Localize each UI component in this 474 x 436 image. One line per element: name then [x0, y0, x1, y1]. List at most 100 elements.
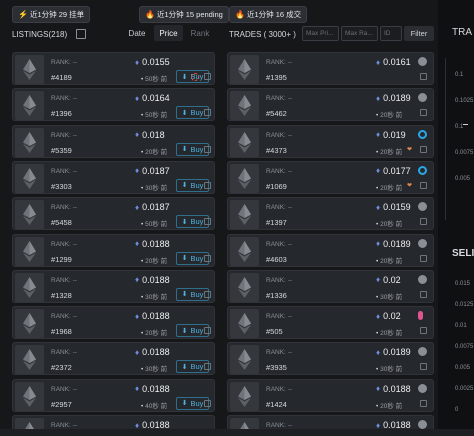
listing-card[interactable]: RANK: -- #5359 ♦ 0.018 ⬇ Buy • 20秒 前 [12, 124, 215, 158]
external-link-icon[interactable] [420, 218, 427, 226]
trade-card[interactable]: RANK: -- #505 ♦ 0.02 • 20秒 前 [227, 306, 434, 340]
eth-icon: ♦ [135, 347, 140, 357]
nft-thumbnail [230, 163, 259, 193]
sale-time: • 20秒 前 [376, 112, 403, 120]
external-link-icon[interactable] [204, 181, 211, 189]
bottom-bar [0, 429, 474, 436]
axis-tick-label: 0.0075 [455, 150, 474, 156]
price: ♦ 0.0188 [135, 311, 170, 322]
rank-text: RANK: -- [266, 313, 293, 321]
external-link-icon[interactable] [204, 290, 211, 298]
sale-time: • 20秒 前 [376, 402, 403, 410]
price: ♦ 0.0159 [376, 202, 411, 213]
listing-card[interactable]: RANK: -- #2372 ♦ 0.0188 ⬇ Buy • 30秒 前 [12, 342, 215, 376]
listing-card[interactable]: RANK: -- #5458 ♦ 0.0187 ⬇ Buy • 50秒 前 [12, 197, 215, 231]
trade-card[interactable]: RANK: -- #1069 ♦ 0.0177 • 20秒 前 ❤ [227, 160, 434, 194]
recent-sales-text: 近1分钟 16 成交 [246, 10, 302, 19]
external-link-icon[interactable] [420, 73, 427, 80]
marketplace-icon [418, 93, 427, 103]
gift-icon: ❤ [407, 146, 413, 153]
rank-text: RANK: -- [51, 131, 78, 139]
external-link-icon[interactable] [204, 327, 211, 335]
trade-card[interactable]: RANK: -- #4603 ♦ 0.0189 • 20秒 前 [227, 233, 434, 267]
price: ♦ 0.018 [135, 129, 165, 140]
price: ♦ 0.0164 [135, 93, 170, 104]
marketplace-icon [418, 238, 427, 248]
external-link-icon[interactable] [420, 145, 427, 153]
listing-card[interactable]: RANK: -- #2957 ♦ 0.0188 ⬇ Buy • 40秒 前 [12, 378, 215, 412]
marketplace-icon [418, 311, 423, 321]
marketplace-icon [418, 274, 427, 284]
external-link-icon[interactable] [420, 181, 427, 189]
download-icon: ⬇ [181, 327, 188, 335]
listings-title: LISTINGS(218) [12, 29, 68, 39]
listing-card[interactable]: RANK: -- #4189 ♦ 0.0155 ⬇ Buy • 50秒 前 [12, 52, 215, 85]
rank-text: RANK: -- [51, 349, 78, 357]
axis-tick-label: 0.0125 [455, 302, 474, 308]
price: ♦ 0.0187 [135, 165, 170, 176]
eth-icon: ♦ [376, 202, 381, 212]
price: ♦ 0.0161 [376, 57, 411, 67]
eth-icon: ♦ [376, 311, 381, 321]
listed-time: • 30秒 前 [141, 293, 168, 301]
external-link-icon[interactable] [204, 109, 211, 117]
axis-tick-label: 0.1 [455, 72, 464, 78]
id-input[interactable]: ID [380, 26, 402, 41]
listed-time: • 50秒 前 [141, 76, 168, 83]
trade-card[interactable]: RANK: -- #1336 ♦ 0.02 • 30秒 前 [227, 269, 434, 303]
listing-card[interactable]: RANK: -- #3303 ♦ 0.0187 ⬇ Buy • 30秒 前 [12, 160, 215, 194]
trade-card[interactable]: RANK: -- #1424 ♦ 0.0188 • 20秒 前 [227, 378, 434, 412]
max-rank-input[interactable]: Max Ra... [341, 26, 378, 41]
external-link-icon[interactable] [204, 145, 211, 153]
filter-button[interactable]: Filter [404, 26, 434, 41]
token-id: #5359 [51, 145, 72, 155]
external-link-icon[interactable] [204, 254, 211, 262]
download-icon: ⬇ [181, 291, 188, 299]
trade-card[interactable]: RANK: -- #3935 ♦ 0.0189 • 30秒 前 [227, 342, 434, 376]
listing-card[interactable]: RANK: -- #1396 ♦ 0.0164 ⬇ Buy • 50秒 前 [12, 88, 215, 122]
axis-tick-label: 0.0025 [455, 386, 474, 392]
nft-thumbnail [230, 381, 259, 411]
token-id: #5462 [266, 109, 287, 119]
token-id: #4603 [266, 254, 287, 264]
rank-text: RANK: -- [266, 276, 293, 284]
listings-checkbox[interactable] [76, 29, 86, 39]
marketplace-icon [418, 129, 427, 139]
external-link-icon[interactable] [204, 73, 211, 80]
external-link-icon[interactable] [420, 327, 427, 335]
external-link-icon[interactable] [420, 363, 427, 371]
nft-thumbnail [230, 55, 259, 84]
listing-card[interactable]: RANK: -- #1299 ♦ 0.0188 ⬇ Buy • 20秒 前 [12, 233, 215, 267]
download-icon: ⬇ [181, 400, 188, 408]
nft-thumbnail [15, 127, 44, 157]
external-link-icon[interactable] [204, 399, 211, 407]
external-link-icon[interactable] [420, 254, 427, 262]
external-link-icon[interactable] [420, 399, 427, 407]
rank-text: RANK: -- [266, 422, 293, 429]
external-link-icon[interactable] [204, 363, 211, 371]
price: ♦ 0.0188 [135, 347, 170, 358]
trade-card[interactable]: RANK: -- #4373 ♦ 0.019 • 20秒 前 ❤ [227, 124, 434, 158]
marketplace-icon [418, 383, 427, 393]
sort-rank-button[interactable]: Rank [186, 25, 214, 41]
sort-price-button[interactable]: Price [154, 25, 183, 41]
trade-card[interactable]: RANK: -- #1395 ♦ 0.0161 [227, 52, 434, 85]
external-link-icon[interactable] [204, 218, 211, 226]
token-id: #1299 [51, 254, 72, 264]
external-link-icon[interactable] [420, 109, 427, 117]
rank-text: RANK: -- [51, 167, 78, 175]
price: ♦ 0.0155 [135, 57, 170, 67]
eth-icon: ♦ [135, 311, 140, 321]
max-price-input[interactable]: Max Pri... [302, 26, 339, 41]
token-id: #2957 [51, 399, 72, 409]
trade-card[interactable]: RANK: -- #1397 ♦ 0.0159 • 20秒 前 [227, 197, 434, 231]
sale-time: • 20秒 前 [376, 257, 403, 265]
rank-text: RANK: -- [51, 240, 78, 248]
listing-card[interactable]: RANK: -- #1328 ♦ 0.0188 ⬇ Buy • 30秒 前 [12, 269, 215, 303]
trade-card[interactable]: RANK: -- #5462 ♦ 0.0189 • 20秒 前 [227, 88, 434, 122]
token-id: #1396 [51, 109, 72, 119]
recent-sales-pill: 🔥 近1分钟 16 成交 [229, 6, 308, 23]
listing-card[interactable]: RANK: -- #1968 ♦ 0.0188 ⬇ Buy • 20秒 前 [12, 306, 215, 340]
sort-date-button[interactable]: Date [124, 25, 150, 41]
external-link-icon[interactable] [420, 290, 427, 298]
